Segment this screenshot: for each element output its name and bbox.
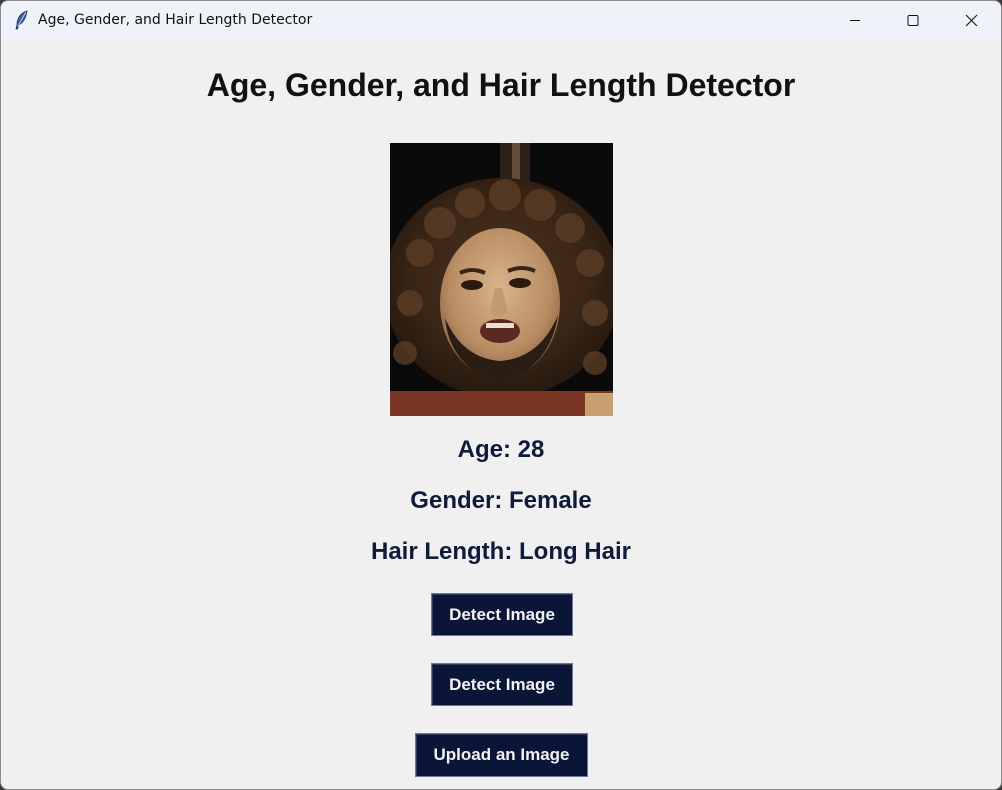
uploaded-photo <box>390 143 613 416</box>
detect-image-button[interactable]: Detect Image <box>431 593 573 636</box>
page-title: Age, Gender, and Hair Length Detector <box>206 67 796 103</box>
close-icon <box>965 14 978 27</box>
minimize-icon <box>850 20 860 21</box>
age-result: Age: 28 <box>457 436 545 463</box>
maximize-button[interactable] <box>884 1 942 40</box>
close-button[interactable] <box>942 1 1000 40</box>
maximize-icon <box>907 15 919 26</box>
upload-image-button[interactable]: Upload an Image <box>415 733 588 777</box>
detect-image-button-secondary[interactable]: Detect Image <box>431 663 573 706</box>
minimize-button[interactable] <box>826 1 884 40</box>
gender-result: Gender: Female <box>410 487 592 514</box>
hair-length-result: Hair Length: Long Hair <box>371 538 631 565</box>
feather-icon <box>14 10 30 30</box>
face-photo-icon <box>390 143 613 416</box>
window-title: Age, Gender, and Hair Length Detector <box>38 12 313 28</box>
title-bar[interactable]: Age, Gender, and Hair Length Detector <box>1 1 1001 40</box>
app-window: Age, Gender, and Hair Length Detector Ag… <box>0 0 1002 790</box>
